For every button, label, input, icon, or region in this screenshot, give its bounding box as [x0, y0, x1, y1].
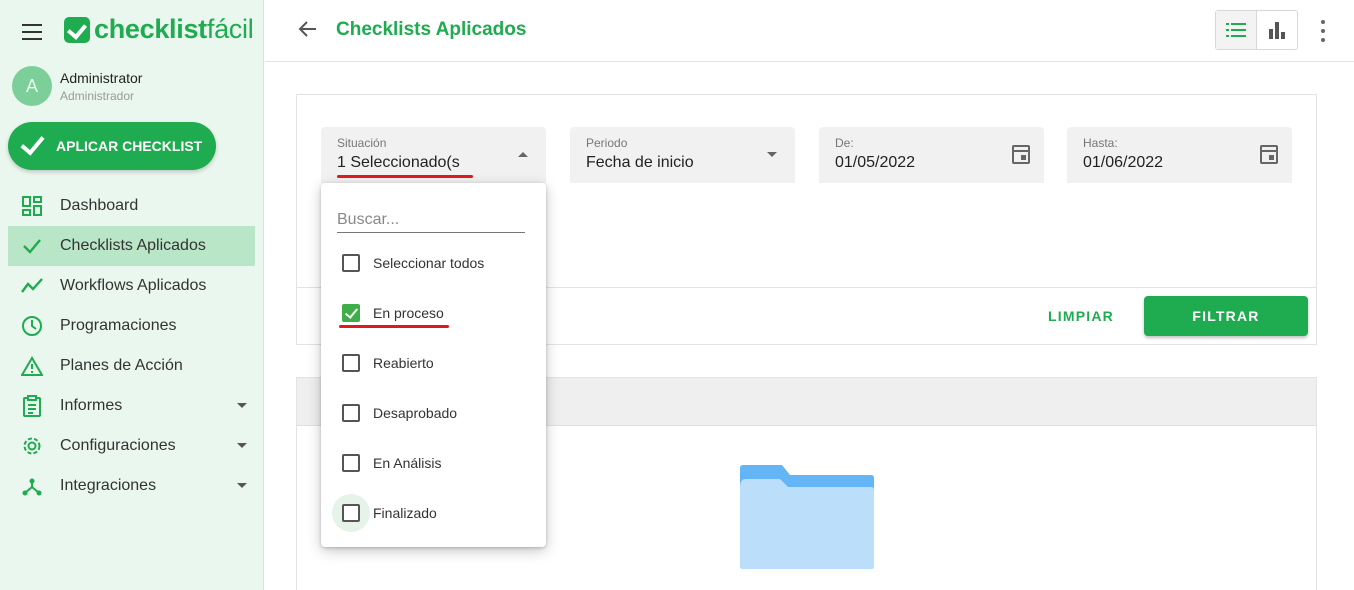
menu-icon[interactable]: [22, 24, 42, 40]
chevron-down-icon: [237, 483, 247, 488]
avatar: A: [12, 66, 52, 106]
checkbox[interactable]: [342, 454, 360, 472]
sidebar: checklistfácil A Administrator Administr…: [0, 0, 264, 590]
chevron-down-icon: [237, 443, 247, 448]
app-root: checklistfácil A Administrator Administr…: [0, 0, 1354, 590]
sidebar-item-planes-de-accion[interactable]: Planes de Acción: [8, 346, 255, 386]
filter-button[interactable]: FILTRAR: [1144, 296, 1308, 336]
check-icon: [20, 234, 44, 258]
trend-icon: [20, 274, 44, 298]
report-icon: [20, 394, 44, 418]
sidebar-item-informes[interactable]: Informes: [8, 386, 255, 426]
integration-icon: [20, 474, 44, 498]
more-options-icon[interactable]: [1313, 20, 1333, 42]
chevron-down-icon: [237, 403, 247, 408]
logo[interactable]: checklistfácil: [64, 14, 254, 45]
top-header: Checklists Aplicados: [265, 0, 1354, 62]
logo-check-icon: [64, 16, 90, 43]
page-title: Checklists Aplicados: [336, 19, 527, 40]
user-role: Administrador: [60, 88, 135, 103]
option-reabierto[interactable]: Reabierto: [321, 343, 546, 383]
checkbox[interactable]: [342, 254, 360, 272]
sidebar-nav: Dashboard Checklists Aplicados Workflows…: [8, 186, 255, 506]
sidebar-item-workflows-aplicados[interactable]: Workflows Aplicados: [8, 266, 255, 306]
option-en-analisis[interactable]: En Análisis: [321, 443, 546, 483]
sidebar-item-configuraciones[interactable]: Configuraciones: [8, 426, 255, 466]
view-toggle: [1215, 10, 1298, 50]
chevron-up-icon: [518, 152, 528, 157]
list-icon: [1225, 23, 1246, 37]
situation-dropdown: Buscar... Seleccionar todos En proceso R…: [321, 183, 546, 547]
chevron-down-icon: [767, 152, 777, 157]
check-icon: [18, 132, 46, 160]
annotation-underline: [337, 175, 473, 178]
date-to-field[interactable]: Hasta: 01/06/2022: [1067, 127, 1292, 183]
user-name: Administrator: [60, 69, 143, 86]
apply-checklist-button[interactable]: APLICAR CHECKLIST: [8, 122, 216, 170]
back-arrow-icon[interactable]: [297, 18, 321, 42]
clock-icon: [20, 314, 44, 338]
date-from-field[interactable]: De: 01/05/2022: [819, 127, 1044, 183]
sidebar-item-dashboard[interactable]: Dashboard: [8, 186, 255, 226]
calendar-icon[interactable]: [1260, 145, 1278, 164]
sidebar-item-checklists-aplicados[interactable]: Checklists Aplicados: [8, 226, 255, 266]
list-view-button[interactable]: [1216, 11, 1257, 49]
option-select-all[interactable]: Seleccionar todos: [321, 243, 546, 283]
checkbox[interactable]: [342, 504, 360, 522]
user-profile[interactable]: A Administrator Administrador: [12, 66, 142, 106]
annotation-underline: [339, 325, 449, 328]
warning-icon: [20, 354, 44, 378]
logo-text: checklistfácil: [94, 14, 254, 44]
sidebar-item-integraciones[interactable]: Integraciones: [8, 466, 255, 506]
dropdown-search-input[interactable]: Buscar...: [337, 211, 525, 233]
checkbox-checked[interactable]: [342, 304, 360, 322]
period-select[interactable]: Periodo Fecha de inicio: [570, 127, 795, 183]
option-desaprobado[interactable]: Desaprobado: [321, 393, 546, 433]
option-finalizado[interactable]: Finalizado: [321, 493, 546, 533]
chart-view-button[interactable]: [1257, 11, 1298, 49]
calendar-icon[interactable]: [1012, 145, 1030, 164]
bar-chart-icon: [1268, 22, 1285, 39]
checkbox[interactable]: [342, 354, 360, 372]
dashboard-icon: [20, 194, 44, 218]
clear-button[interactable]: LIMPIAR: [1048, 308, 1114, 324]
sidebar-item-programaciones[interactable]: Programaciones: [8, 306, 255, 346]
gear-icon: [20, 434, 44, 458]
checkbox[interactable]: [342, 404, 360, 422]
empty-folder-icon: [740, 465, 874, 569]
